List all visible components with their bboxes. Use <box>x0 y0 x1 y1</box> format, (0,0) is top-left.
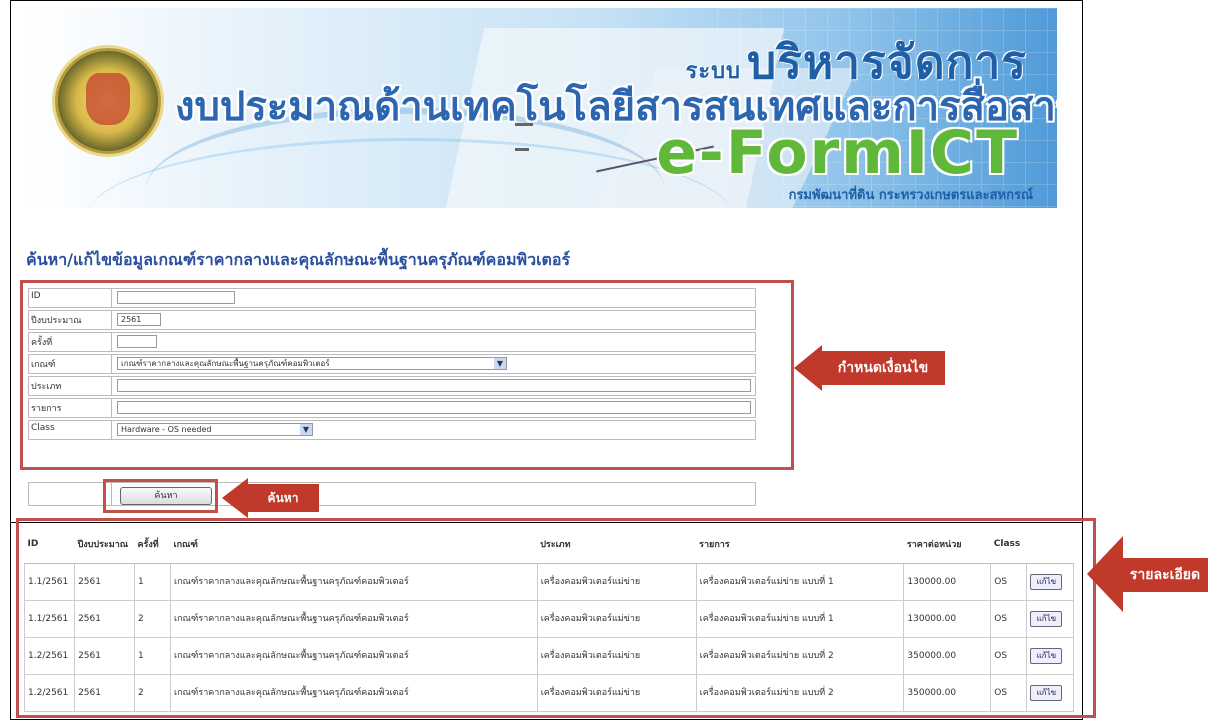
results-table: ID ปีงบประมาณ ครั้งที่ เกณฑ์ ประเภท รายก… <box>23 525 1074 712</box>
cell-type: เครื่องคอมพิวเตอร์แม่ข่าย <box>536 637 697 675</box>
cell-id: 1.1/2561 <box>23 563 76 601</box>
search-callout: ค้นหา <box>247 484 319 512</box>
details-arrow-icon <box>1087 536 1123 612</box>
cell-price: 350000.00 <box>903 637 992 675</box>
cell-year: 2561 <box>74 637 135 675</box>
cell-item: เครื่องคอมพิวเตอร์แม่ข่าย แบบที่ 2 <box>695 637 905 675</box>
header-banner: ระบบ บริหารจัดการ งบประมาณด้านเทคโนโลยีสา… <box>25 8 1057 208</box>
cell-action: แก้ไข <box>1026 674 1074 712</box>
cell-id: 1.2/2561 <box>23 674 76 712</box>
page-title: ค้นหา/แก้ไขข้อมูลเกณฑ์ราคากลางและคุณลักษ… <box>26 250 571 269</box>
banner-dash <box>515 148 529 151</box>
cell-price: 130000.00 <box>903 563 992 601</box>
banner-department: กรมพัฒนาที่ดิน กระทรวงเกษตรและสหกรณ์ <box>788 188 1033 203</box>
cell-class: OS <box>990 674 1028 712</box>
cell-year: 2561 <box>74 674 135 712</box>
cell-class: OS <box>990 563 1028 601</box>
cell-round: 1 <box>133 563 172 601</box>
cell-class: OS <box>990 600 1028 638</box>
cell-year: 2561 <box>74 600 135 638</box>
edit-button[interactable]: แก้ไข <box>1030 574 1063 590</box>
cell-class: OS <box>990 637 1028 675</box>
table-row: 1.1/2561 2561 2 เกณฑ์ราคากลางและคุณลักษณ… <box>23 600 1074 638</box>
cell-type: เครื่องคอมพิวเตอร์แม่ข่าย <box>536 600 697 638</box>
condition-highlight-box <box>20 280 794 470</box>
cell-id: 1.2/2561 <box>23 637 76 675</box>
search-highlight-box <box>103 479 218 513</box>
cell-criteria: เกณฑ์ราคากลางและคุณลักษณะพื้นฐานครุภัณฑ์… <box>170 563 538 601</box>
col-header-criteria: เกณฑ์ <box>170 525 538 564</box>
government-seal-logo <box>55 48 161 154</box>
cell-type: เครื่องคอมพิวเตอร์แม่ข่าย <box>536 563 697 601</box>
col-header-class: Class <box>990 525 1027 564</box>
col-header-year: ปีงบประมาณ <box>74 525 135 564</box>
cell-criteria: เกณฑ์ราคากลางและคุณลักษณะพื้นฐานครุภัณฑ์… <box>170 600 538 638</box>
condition-callout: กำหนดเงื่อนไข <box>821 351 945 385</box>
col-header-item: รายการ <box>696 525 904 564</box>
edit-button[interactable]: แก้ไข <box>1030 611 1063 627</box>
cell-price: 130000.00 <box>903 600 992 638</box>
cell-item: เครื่องคอมพิวเตอร์แม่ข่าย แบบที่ 1 <box>695 563 905 601</box>
table-row: 1.2/2561 2561 1 เกณฑ์ราคากลางและคุณลักษณ… <box>23 637 1074 675</box>
col-header-action <box>1026 525 1074 564</box>
search-arrow-icon <box>222 478 248 518</box>
cell-round: 2 <box>133 674 172 712</box>
table-row: 1.2/2561 2561 2 เกณฑ์ราคากลางและคุณลักษณ… <box>23 674 1074 712</box>
cell-item: เครื่องคอมพิวเตอร์แม่ข่าย แบบที่ 1 <box>695 600 905 638</box>
condition-arrow-icon <box>794 345 822 391</box>
cell-year: 2561 <box>74 563 135 601</box>
col-header-id: ID <box>24 525 75 564</box>
cell-round: 2 <box>133 600 172 638</box>
cell-action: แก้ไข <box>1026 563 1074 601</box>
top-border <box>10 0 1083 1</box>
col-header-price: ราคาต่อหน่วย <box>903 525 991 564</box>
cell-item: เครื่องคอมพิวเตอร์แม่ข่าย แบบที่ 2 <box>695 674 905 712</box>
edit-button[interactable]: แก้ไข <box>1030 685 1063 701</box>
cell-type: เครื่องคอมพิวเตอร์แม่ข่าย <box>536 674 697 712</box>
col-header-round: ครั้งที่ <box>134 525 171 564</box>
details-callout: รายละเอียด <box>1122 558 1208 592</box>
cell-price: 350000.00 <box>903 674 992 712</box>
cell-criteria: เกณฑ์ราคากลางและคุณลักษณะพื้นฐานครุภัณฑ์… <box>170 637 538 675</box>
cell-action: แก้ไข <box>1026 637 1074 675</box>
banner-brand: e-FormICT <box>656 118 1019 188</box>
col-header-type: ประเภท <box>537 525 697 564</box>
cell-criteria: เกณฑ์ราคากลางและคุณลักษณะพื้นฐานครุภัณฑ์… <box>170 674 538 712</box>
edit-button[interactable]: แก้ไข <box>1030 648 1063 664</box>
cell-action: แก้ไข <box>1026 600 1074 638</box>
cell-round: 1 <box>133 637 172 675</box>
cell-id: 1.1/2561 <box>23 600 76 638</box>
table-row: 1.1/2561 2561 1 เกณฑ์ราคากลางและคุณลักษณ… <box>23 563 1074 601</box>
table-header-row: ID ปีงบประมาณ ครั้งที่ เกณฑ์ ประเภท รายก… <box>24 525 1074 564</box>
